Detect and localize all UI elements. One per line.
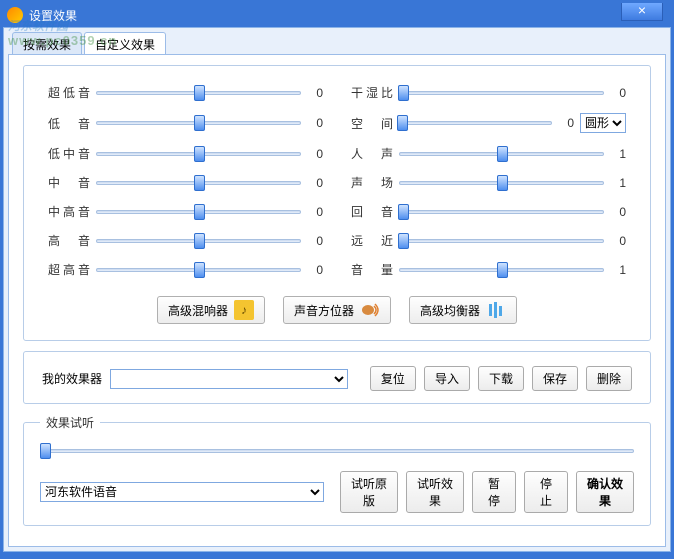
window-titlebar: 设置效果 × xyxy=(3,3,671,27)
slider-value: 0 xyxy=(610,86,626,100)
slider-label: 回 音 xyxy=(351,203,393,220)
sound-pan-button[interactable]: 声音方位器 xyxy=(283,296,391,324)
slider-label: 空 间 xyxy=(351,115,393,132)
slider-value: 0 xyxy=(610,205,626,219)
slider-value: 0 xyxy=(307,234,323,248)
slider-value: 0 xyxy=(307,116,323,130)
effect-group: 超低音0干湿比0低 音0空 间0圆形低中音0人 声1中 音0声 场1中高音0回 … xyxy=(23,65,651,341)
space-shape-select[interactable]: 圆形 xyxy=(580,113,626,133)
slider-value: 0 xyxy=(610,234,626,248)
slider-row-right-5: 远 近 0 xyxy=(351,232,626,249)
my-effects-select[interactable] xyxy=(110,369,348,389)
tab-preset[interactable]: 按需效果 xyxy=(12,32,82,54)
slider-value: 0 xyxy=(307,86,323,100)
save-button[interactable]: 保存 xyxy=(532,366,578,391)
delete-button[interactable]: 删除 xyxy=(586,366,632,391)
confirm-effect-button[interactable]: 确认效果 xyxy=(576,471,634,513)
window-title: 设置效果 xyxy=(29,7,77,24)
slider-value: 0 xyxy=(307,263,323,277)
try-listen-group: 效果试听 河东软件语音 试听原版 试听效果 暂停 停止 确认效果 xyxy=(23,414,651,526)
voice-select[interactable]: 河东软件语音 xyxy=(40,482,324,502)
pause-button[interactable]: 暂停 xyxy=(472,471,516,513)
tab-bar: 按需效果 自定义效果 xyxy=(8,32,666,54)
slider-value: 0 xyxy=(558,116,574,130)
eq-slider[interactable] xyxy=(399,262,604,278)
slider-label: 高 音 xyxy=(48,232,90,249)
try-legend: 效果试听 xyxy=(40,414,100,431)
stop-button[interactable]: 停止 xyxy=(524,471,568,513)
slider-label: 中 音 xyxy=(48,174,90,191)
eq-slider[interactable] xyxy=(399,115,552,131)
slider-value: 1 xyxy=(610,147,626,161)
slider-row-left-4: 中高音 0 xyxy=(48,203,323,220)
slider-row-right-0: 干湿比 0 xyxy=(351,84,626,101)
tab-panel: 超低音0干湿比0低 音0空 间0圆形低中音0人 声1中 音0声 场1中高音0回 … xyxy=(8,54,666,547)
slider-label: 声 场 xyxy=(351,174,393,191)
reset-button[interactable]: 复位 xyxy=(370,366,416,391)
eq-slider[interactable] xyxy=(399,233,604,249)
slider-row-left-2: 低中音 0 xyxy=(48,145,323,162)
slider-label: 低中音 xyxy=(48,145,90,162)
try-effect-button[interactable]: 试听效果 xyxy=(406,471,464,513)
slider-row-right-2: 人 声 1 xyxy=(351,145,626,162)
equalizer-icon xyxy=(486,300,506,320)
playback-slider[interactable] xyxy=(40,443,634,459)
slider-label: 人 声 xyxy=(351,145,393,162)
slider-label: 中高音 xyxy=(48,203,90,220)
slider-row-left-0: 超低音 0 xyxy=(48,84,323,101)
slider-row-right-4: 回 音 0 xyxy=(351,203,626,220)
speaker-icon xyxy=(360,300,380,320)
slider-row-left-6: 超高音 0 xyxy=(48,261,323,278)
slider-label: 干湿比 xyxy=(351,84,393,101)
eq-slider[interactable] xyxy=(399,175,604,191)
import-button[interactable]: 导入 xyxy=(424,366,470,391)
slider-row-right-6: 音 量 1 xyxy=(351,261,626,278)
svg-text:♪: ♪ xyxy=(241,303,247,317)
slider-label: 超低音 xyxy=(48,84,90,101)
slider-value: 1 xyxy=(610,263,626,277)
slider-row-left-5: 高 音 0 xyxy=(48,232,323,249)
adv-reverb-button[interactable]: 高级混响器 ♪ xyxy=(157,296,265,324)
slider-row-right-3: 声 场 1 xyxy=(351,174,626,191)
window-body: 按需效果 自定义效果 超低音 0 干湿比 0 低 音 0 空 间 0 圆形低中音 0 人 声 1 中 音… xyxy=(3,27,671,552)
slider-label: 远 近 xyxy=(351,232,393,249)
eq-slider[interactable] xyxy=(96,204,301,220)
slider-value: 1 xyxy=(610,176,626,190)
slider-row-left-3: 中 音 0 xyxy=(48,174,323,191)
slider-value: 0 xyxy=(307,176,323,190)
slider-row-left-1: 低 音 0 xyxy=(48,113,323,133)
eq-slider[interactable] xyxy=(96,146,301,162)
my-effects-group: 我的效果器 复位 导入 下载 保存 删除 xyxy=(23,351,651,404)
slider-label: 音 量 xyxy=(351,261,393,278)
tab-custom[interactable]: 自定义效果 xyxy=(84,32,166,54)
eq-slider[interactable] xyxy=(96,233,301,249)
eq-slider[interactable] xyxy=(96,262,301,278)
slider-value: 0 xyxy=(307,147,323,161)
eq-slider[interactable] xyxy=(96,115,301,131)
eq-slider[interactable] xyxy=(96,175,301,191)
download-button[interactable]: 下载 xyxy=(478,366,524,391)
slider-row-right-1: 空 间 0 圆形 xyxy=(351,113,626,133)
slider-value: 0 xyxy=(307,205,323,219)
eq-slider[interactable] xyxy=(96,85,301,101)
close-button[interactable]: × xyxy=(621,3,663,21)
eq-slider[interactable] xyxy=(399,146,604,162)
adv-eq-button[interactable]: 高级均衡器 xyxy=(409,296,517,324)
eq-slider[interactable] xyxy=(399,204,604,220)
slider-label: 超高音 xyxy=(48,261,90,278)
my-effects-label: 我的效果器 xyxy=(42,370,102,387)
eq-slider[interactable] xyxy=(399,85,604,101)
slider-label: 低 音 xyxy=(48,115,90,132)
app-icon xyxy=(7,7,23,23)
music-note-icon: ♪ xyxy=(234,300,254,320)
try-original-button[interactable]: 试听原版 xyxy=(340,471,398,513)
